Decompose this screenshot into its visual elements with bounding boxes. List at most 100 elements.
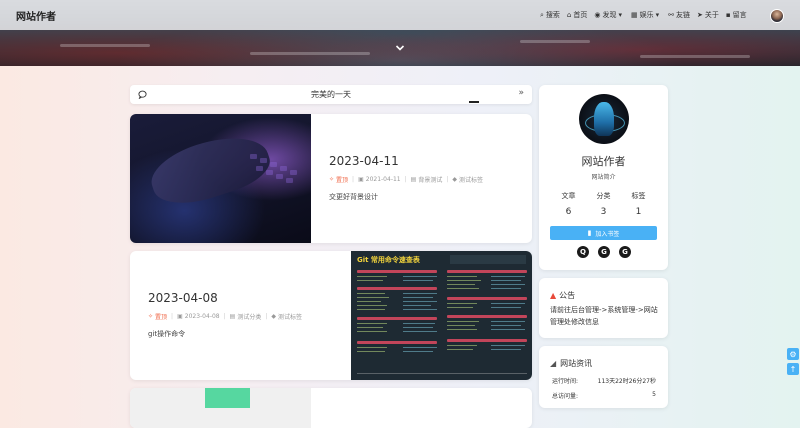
meta-separator: | xyxy=(352,176,355,183)
thumbnail-section-bar xyxy=(447,270,527,273)
hero-streak xyxy=(520,40,590,43)
thumbnail-section-bar xyxy=(357,341,437,344)
chart-icon: ◢ xyxy=(550,359,557,368)
post-card[interactable] xyxy=(130,388,532,428)
thumbnail-line xyxy=(403,351,433,352)
nav-item-about[interactable]: ➤ 关于 xyxy=(697,10,719,20)
keyboard-key xyxy=(250,154,257,159)
site-title[interactable]: 网站作者 xyxy=(16,8,56,23)
github-icon[interactable]: G xyxy=(598,246,610,258)
thumbnail-section-bar xyxy=(447,339,527,342)
notice-title: ▲ 公告 xyxy=(550,290,575,301)
hero-streak xyxy=(60,44,150,47)
thumbnail-line xyxy=(357,351,385,352)
bulletin-more-button[interactable]: » xyxy=(518,88,524,98)
info-value: 113天22时26分27秒 xyxy=(597,378,656,385)
post-date: 2021-04-11 xyxy=(365,176,401,183)
hero-streak xyxy=(250,52,370,55)
nav-menu: ⌕ 搜索 ⌂ 首页 ◉ 发现 ▾ ▦ 娱乐 ▾ ⚯ 友链 ➤ 关于 ▪ 留言 xyxy=(540,0,754,30)
keyboard-key xyxy=(270,162,277,167)
thumbnail-line xyxy=(357,293,385,294)
nav-item-message[interactable]: ▪ 留言 xyxy=(726,10,747,20)
post-card[interactable]: 2023-04-11 ✧ 置顶 | ▣ 2021-04-11 | ▤ 背景测试 … xyxy=(130,114,532,243)
social-links: Q G G xyxy=(577,246,631,258)
keyboard-key xyxy=(280,166,287,171)
comment-icon: ▪ xyxy=(725,11,731,19)
bulletin-underline xyxy=(469,101,479,103)
site-info-title-text: 网站资讯 xyxy=(560,359,593,368)
thumbnail-line xyxy=(403,309,437,310)
stat-articles[interactable]: 文章 6 xyxy=(551,191,586,217)
thumbnail-section-bar xyxy=(447,315,527,318)
meta-separator: | xyxy=(404,176,407,183)
thumbnail-line xyxy=(491,307,521,308)
paper-plane-icon: ➤ xyxy=(697,11,703,19)
nav-item-entertainment[interactable]: ▦ 娱乐 ▾ xyxy=(631,10,661,20)
nav-label: 友链 xyxy=(676,11,691,19)
avatar[interactable] xyxy=(770,9,784,23)
thumbnail-line xyxy=(491,288,521,289)
stat-value: 6 xyxy=(565,207,572,217)
meta-separator: | xyxy=(265,313,268,320)
author-card: 网站作者 网站简介 文章 6 分类 3 标签 1 ▮ 加入书签 Q G G xyxy=(539,85,668,270)
back-to-top-icon[interactable]: ↑ xyxy=(787,363,799,375)
thumbnail-line xyxy=(357,276,387,277)
post-thumbnail[interactable] xyxy=(130,114,311,243)
thumbnail-line xyxy=(403,305,431,306)
pin-icon: ✧ xyxy=(148,313,154,320)
keyboard-key xyxy=(290,170,297,175)
post-body: 2023-04-11 ✧ 置顶 | ▣ 2021-04-11 | ▤ 背景测试 … xyxy=(329,154,524,202)
post-category[interactable]: 测试分类 xyxy=(237,312,261,321)
post-thumbnail[interactable] xyxy=(130,388,311,428)
thumbnail-section-bar xyxy=(357,270,437,273)
thumbnail-line xyxy=(403,280,433,281)
site-info-card: ◢ 网站资讯 运行时间: 113天22时26分27秒 总访问量: 5 xyxy=(539,346,668,408)
chevron-down-icon[interactable] xyxy=(395,43,405,53)
post-thumbnail[interactable]: Git 常用命令速查表 xyxy=(351,251,532,380)
bookmark-label: 加入书签 xyxy=(595,230,620,238)
post-title[interactable]: 2023-04-11 xyxy=(329,154,524,168)
nav-item-links[interactable]: ⚯ 友链 xyxy=(668,10,690,20)
thumbnail-section-bar xyxy=(357,287,437,290)
post-tag[interactable]: 测试标签 xyxy=(459,175,483,184)
bulletin-text[interactable]: 完美的一天 xyxy=(130,89,532,100)
qq-icon[interactable]: Q xyxy=(577,246,589,258)
keyboard-key xyxy=(286,178,293,183)
add-bookmark-button[interactable]: ▮ 加入书签 xyxy=(550,226,657,240)
hero-banner: 网站作者 ⌕ 搜索 ⌂ 首页 ◉ 发现 ▾ ▦ 娱乐 ▾ ⚯ 友链 ➤ 关于 ▪… xyxy=(0,0,800,66)
meta-separator: | xyxy=(223,313,226,320)
thumbnail-line xyxy=(491,349,521,350)
avatar[interactable] xyxy=(579,94,629,144)
thumbnail-line xyxy=(447,349,473,350)
post-meta: ✧ 置顶 | ▣ 2023-04-08 | ▤ 测试分类 | ◆ 测试标签 xyxy=(148,312,348,321)
settings-gear-icon[interactable]: ⚙ xyxy=(787,348,799,360)
post-title[interactable]: 2023-04-08 xyxy=(148,291,348,305)
thumbnail-footer-line xyxy=(357,373,527,374)
thumbnail-line xyxy=(491,284,525,285)
bulletin-bar: 完美的一天 » xyxy=(130,85,532,104)
nav-item-search[interactable]: ⌕ 搜索 xyxy=(540,10,560,20)
nav-item-home[interactable]: ⌂ 首页 xyxy=(567,10,587,20)
nav-item-discover[interactable]: ◉ 发现 ▾ xyxy=(594,10,624,20)
info-label: 总访问量: xyxy=(552,393,579,400)
thumbnail-line xyxy=(357,309,385,310)
thumbnail-line xyxy=(357,280,383,281)
post-category[interactable]: 背景测试 xyxy=(418,175,442,184)
post-card[interactable]: 2023-04-08 ✧ 置顶 | ▣ 2023-04-08 | ▤ 测试分类 … xyxy=(130,251,532,380)
stat-tags[interactable]: 标签 1 xyxy=(621,191,656,217)
thumbnail-header-box xyxy=(450,255,526,264)
folder-icon: ▤ xyxy=(410,176,417,183)
thumbnail-line xyxy=(403,323,435,324)
tag-icon: ◆ xyxy=(271,313,276,320)
nav-label: 娱乐 xyxy=(639,11,654,19)
gitee-icon[interactable]: G xyxy=(619,246,631,258)
thumbnail-title: Git 常用命令速查表 xyxy=(357,256,420,264)
thumbnail-line xyxy=(491,276,525,277)
nav-label: 关于 xyxy=(704,11,719,19)
folder-icon: ▤ xyxy=(229,313,236,320)
chevron-down-icon: ▾ xyxy=(618,11,622,19)
stat-categories[interactable]: 分类 3 xyxy=(586,191,621,217)
meta-separator: | xyxy=(171,313,174,320)
post-tag[interactable]: 测试标签 xyxy=(278,312,302,321)
thumbnail-line xyxy=(447,329,477,330)
